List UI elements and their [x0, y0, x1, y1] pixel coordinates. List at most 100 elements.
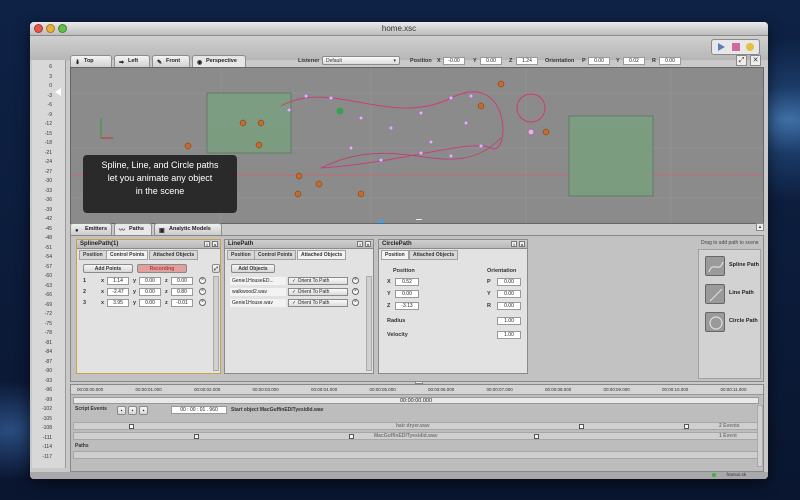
radius-field[interactable]: 1.00 [497, 317, 521, 325]
circle-path-item[interactable]: Circle Path [705, 312, 768, 334]
remove-event-icon[interactable]: ▪ [139, 406, 148, 415]
add-event-icon[interactable]: ▪ [117, 406, 126, 415]
remove-point-icon[interactable]: × [199, 277, 206, 284]
circle-yaw-field[interactable]: 0.00 [497, 290, 521, 298]
remove-point-icon[interactable]: × [199, 299, 206, 306]
circle-p-field[interactable]: 0.00 [497, 278, 521, 286]
tab-control-points[interactable]: Control Points [106, 250, 149, 260]
scrollbar[interactable] [366, 276, 372, 371]
tab-label: Perspective [206, 58, 237, 64]
info-icon[interactable]: i [511, 241, 517, 247]
add-objects-button[interactable]: Add Objects [231, 264, 275, 273]
close-view-icon[interactable]: ✕ [750, 55, 761, 66]
timeline-track[interactable]: MacGuffinEDITyesidid.wav 1 Event [73, 432, 759, 440]
position-label: Position [410, 58, 432, 64]
point-x-field[interactable]: 1.14 [107, 277, 129, 285]
stop-icon[interactable] [732, 43, 740, 51]
info-icon[interactable]: i [204, 241, 210, 247]
expand-icon[interactable]: ⤢ [212, 264, 220, 273]
object-name: walkwood2.wav [230, 288, 286, 296]
scrollbar[interactable] [213, 276, 219, 371]
position-z-field[interactable]: 1.24 [516, 57, 538, 65]
point-z-field[interactable]: -0.01 [171, 299, 193, 307]
orientation-p-field[interactable]: 0.00 [588, 57, 610, 65]
circle-y-field[interactable]: 0.00 [395, 290, 419, 298]
circle-x-field[interactable]: 0.52 [395, 278, 419, 286]
tab-left[interactable]: ➡ Left [114, 55, 150, 67]
recording-button[interactable]: Recording [137, 264, 187, 273]
collapse-panel-icon[interactable]: ▴ [756, 223, 764, 231]
circle-r-field[interactable]: 0.00 [497, 302, 521, 310]
close-button[interactable] [34, 24, 43, 33]
tab-emitters[interactable]: ● Emitters [70, 223, 112, 235]
close-icon[interactable]: x [365, 241, 371, 247]
z-label: Z [509, 58, 513, 64]
timeline-track[interactable] [73, 451, 759, 459]
add-points-button[interactable]: Add Points [83, 264, 133, 273]
scene-viewport[interactable]: Spline, Line, and Circle paths let you a… [70, 67, 764, 224]
remove-object-icon[interactable]: × [352, 299, 359, 306]
point-z-field[interactable]: 0.80 [171, 288, 193, 296]
tab-top[interactable]: ⬇ Top [70, 55, 112, 67]
point-x-field[interactable]: -2.47 [107, 288, 129, 296]
event-time-field[interactable]: 00 : 00 : 01 . 960 [171, 406, 227, 414]
event-marker[interactable] [579, 424, 584, 429]
zoom-button[interactable] [58, 24, 67, 33]
timeline-track[interactable]: hair dryer.wav 2 Events [73, 422, 759, 430]
listener-select[interactable]: Default ▾ [322, 56, 400, 65]
tab-perspective[interactable]: ◉ Perspective [192, 55, 246, 67]
circle-z-field[interactable]: -3.13 [395, 302, 419, 310]
scrollbar[interactable] [757, 405, 763, 467]
close-icon[interactable]: x [212, 241, 218, 247]
viewport-splitter[interactable] [415, 218, 423, 221]
x-label: X [437, 58, 441, 64]
record-icon[interactable] [746, 43, 754, 51]
tab-position[interactable]: Position [79, 250, 107, 260]
remove-point-icon[interactable]: × [199, 288, 206, 295]
orient-to-path-checkbox[interactable]: ✓ Orient To Path [288, 299, 348, 307]
remove-object-icon[interactable]: × [352, 277, 359, 284]
position-x-field[interactable]: -0.00 [443, 57, 465, 65]
velocity-field[interactable]: 1.00 [497, 331, 521, 339]
minimize-button[interactable] [46, 24, 55, 33]
orientation-y-field[interactable]: 0.02 [623, 57, 645, 65]
point-y-field[interactable]: 0.00 [139, 299, 161, 307]
tab-position[interactable]: Position [381, 250, 409, 260]
event-marker[interactable] [129, 424, 134, 429]
position-y-field[interactable]: 0.00 [480, 57, 502, 65]
timeline-mark: 00:00:05.000 [369, 387, 396, 392]
event-marker[interactable] [194, 434, 199, 439]
orient-to-path-checkbox[interactable]: ✓ Orient To Path [288, 277, 348, 285]
tab-position[interactable]: Position [227, 250, 255, 260]
point-y-field[interactable]: 0.00 [139, 277, 161, 285]
tab-front[interactable]: ✎ Front [152, 55, 190, 67]
tab-attached-objects[interactable]: Attached Objects [297, 250, 347, 260]
play-icon[interactable] [718, 43, 725, 51]
point-x-field[interactable]: 3.95 [107, 299, 129, 307]
edit-event-icon[interactable]: ▪ [128, 406, 137, 415]
orientation-r-field[interactable]: 0.00 [659, 57, 681, 65]
remove-object-icon[interactable]: × [352, 288, 359, 295]
ruler-tick: -27 [44, 168, 52, 175]
event-marker[interactable] [349, 434, 354, 439]
close-icon[interactable]: x [519, 241, 525, 247]
orient-to-path-checkbox[interactable]: ✓ Orient To Path [288, 288, 348, 296]
tab-attached-objects[interactable]: Attached Objects [149, 250, 199, 260]
fit-view-icon[interactable]: ⤢ [736, 55, 747, 66]
tab-attached-objects[interactable]: Attached Objects [409, 250, 459, 260]
info-icon[interactable]: i [357, 241, 363, 247]
spline-path-item[interactable]: Spline Path [705, 256, 768, 278]
point-z-field[interactable]: 0.00 [171, 277, 193, 285]
event-marker[interactable] [684, 424, 689, 429]
velocity-label: Velocity [387, 332, 408, 338]
tab-control-points[interactable]: Control Points [254, 250, 297, 260]
ruler-tick: -69 [44, 301, 52, 308]
tab-analytic-models[interactable]: ▣ Analytic Models [154, 223, 222, 235]
listener-object [336, 107, 344, 115]
point-y-field[interactable]: 0.00 [139, 288, 161, 296]
y-label: y [133, 300, 137, 306]
tab-paths[interactable]: 〰 Paths [114, 223, 152, 235]
line-path-item[interactable]: Line Path [705, 284, 768, 306]
ruler-pointer-icon[interactable] [55, 88, 61, 96]
event-marker[interactable] [534, 434, 539, 439]
